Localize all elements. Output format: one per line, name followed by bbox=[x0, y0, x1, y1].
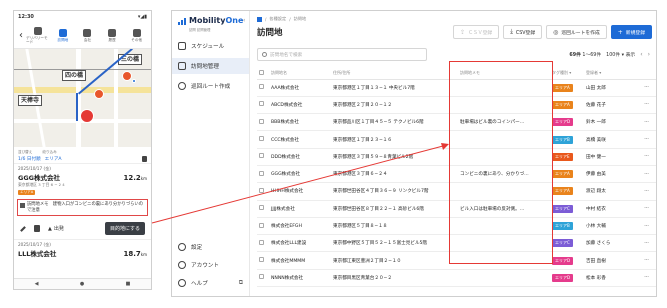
callout-arrow bbox=[151, 143, 449, 224]
